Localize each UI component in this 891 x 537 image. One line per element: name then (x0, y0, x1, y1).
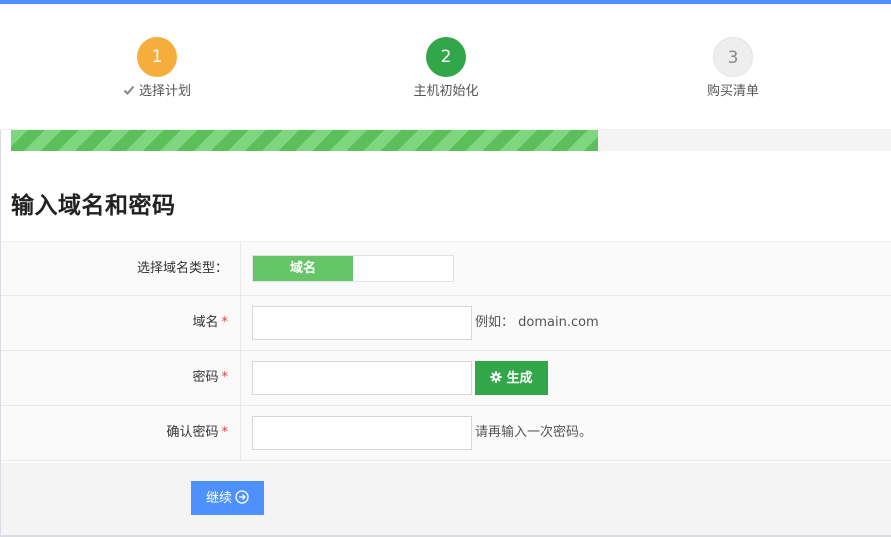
confirm-password-control: 请再输入一次密码。 (252, 416, 592, 450)
domain-password-form: 选择域名类型： 域名 域名 * 例如： domain.com 密码 * 生成 确… (1, 241, 891, 461)
domain-control: 例如： domain.com (252, 306, 599, 340)
gear-icon (490, 371, 503, 383)
row-domain-type: 选择域名类型： 域名 (1, 241, 891, 296)
continue-button-label: 继续 (205, 490, 232, 505)
domain-type-label: 选择域名类型： (1, 242, 241, 295)
confirm-password-hint: 请再输入一次密码。 (475, 425, 593, 440)
required-mark: * (221, 315, 229, 330)
continue-button[interactable]: 继续 (191, 481, 264, 515)
step-label-2: 主机初始化 (413, 84, 479, 99)
progress-fill (11, 130, 598, 151)
arrow-right-circle-icon (235, 490, 249, 504)
page-title: 输入域名和密码 (11, 193, 176, 219)
password-label-text: 密码 (192, 370, 219, 385)
step-host-init: 2 主机初始化 (346, 37, 546, 101)
required-mark: * (221, 370, 229, 385)
wizard-progress-bar (11, 130, 891, 151)
generate-button-label: 生成 (506, 370, 533, 385)
domain-input[interactable] (252, 306, 472, 340)
step-label-text-1: 选择计划 (138, 84, 191, 99)
wizard-steps: 1 选择计划 2 主机初始化 3 购买清单 (0, 4, 891, 130)
confirm-password-label: 确认密码 * (1, 406, 241, 460)
domain-hint: 例如： domain.com (475, 315, 599, 330)
password-input[interactable] (252, 361, 472, 395)
domain-label-text: 域名 (192, 315, 219, 330)
step-number-2: 2 (426, 37, 466, 77)
confirm-password-label-text: 确认密码 (166, 425, 219, 440)
check-icon (123, 85, 135, 95)
step-number-1: 1 (137, 37, 177, 77)
row-domain: 域名 * 例如： domain.com (1, 296, 891, 351)
domain-type-selector[interactable]: 域名 (252, 255, 454, 282)
domain-label: 域名 * (1, 296, 241, 350)
step-label-1: 选择计划 (57, 83, 257, 101)
form-footer: 继续 (1, 463, 891, 535)
row-password: 密码 * 生成 (1, 351, 891, 406)
password-control (252, 361, 472, 395)
required-mark: * (221, 425, 229, 440)
step-number-3: 3 (713, 37, 753, 77)
password-label: 密码 * (1, 351, 241, 405)
confirm-password-input[interactable] (252, 416, 472, 450)
domain-type-option-domain[interactable]: 域名 (253, 256, 353, 281)
step-purchase-list: 3 购买清单 (633, 37, 833, 101)
step-label-3: 购买清单 (706, 84, 759, 99)
row-confirm-password: 确认密码 * 请再输入一次密码。 (1, 406, 891, 461)
generate-password-button[interactable]: 生成 (475, 361, 548, 395)
step-select-plan: 1 选择计划 (57, 37, 257, 101)
